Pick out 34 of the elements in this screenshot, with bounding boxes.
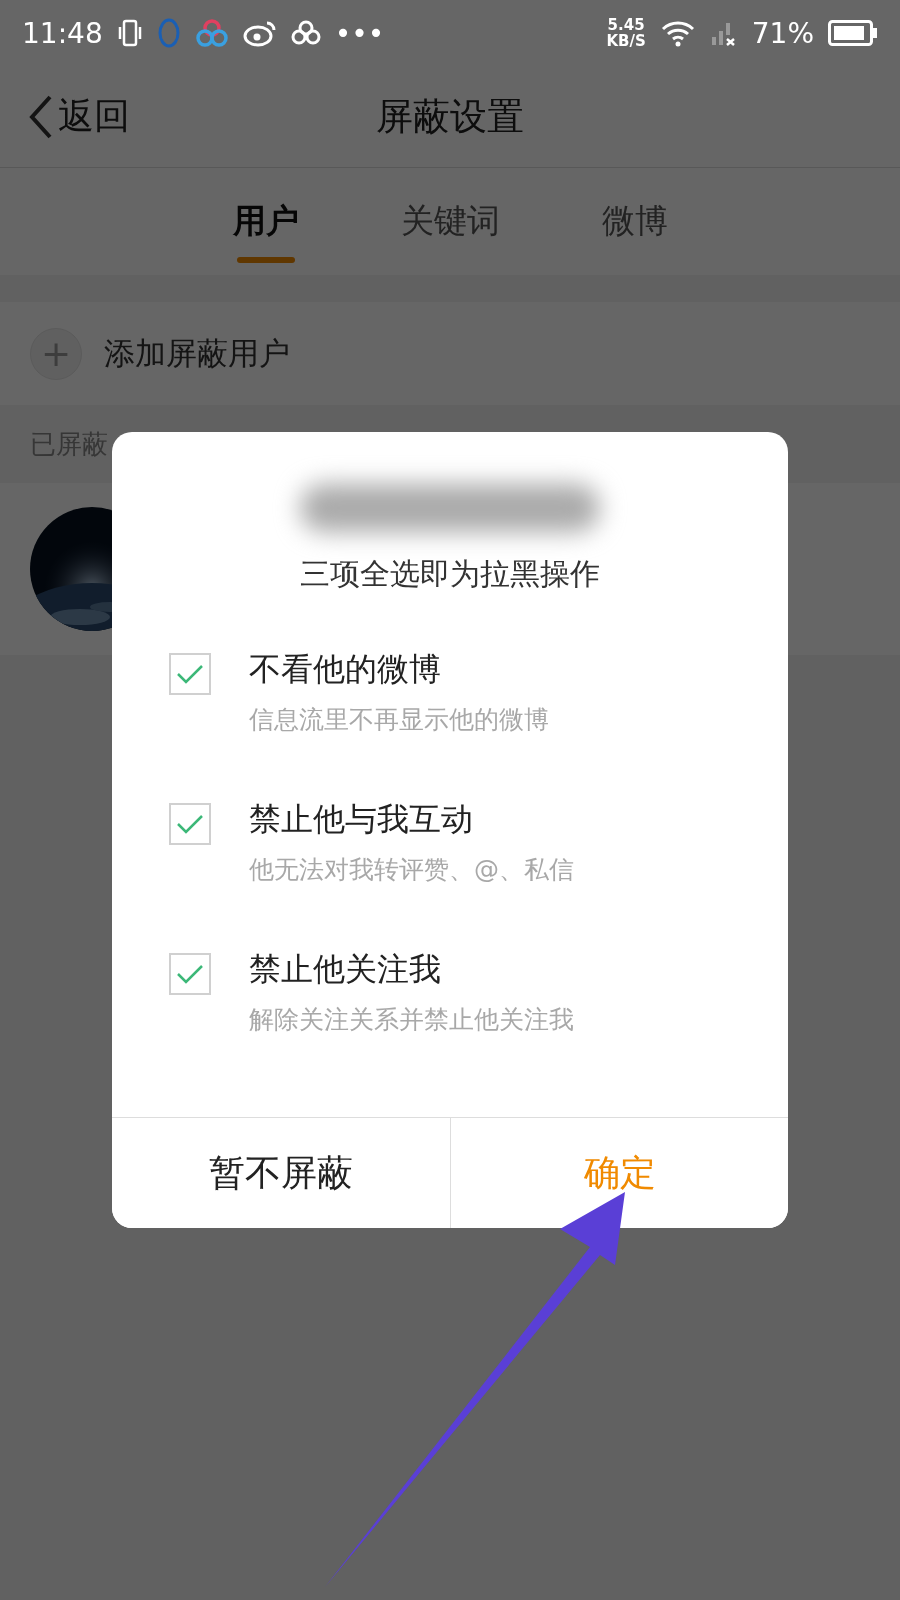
tab[interactable]: 微博 [595,168,674,275]
add-label: 添加屏蔽用户 [104,333,290,373]
cloud-icon [290,20,321,46]
network-speed: 5.45 [607,17,645,33]
vibrate-icon [116,18,143,48]
tab[interactable]: 用户 [226,168,305,275]
checkmark-icon [176,963,204,985]
page-title: 屏蔽设置 [376,93,524,140]
option-description: 解除关注关系并禁止他关注我 [249,1004,574,1036]
clock: 11:48 [22,16,103,50]
dialog-subtitle: 三项全选即为拉黑操作 [299,555,601,593]
checkbox[interactable] [169,803,211,845]
checkbox[interactable] [169,653,211,695]
eye-logo-icon [242,19,277,47]
option-title: 禁止他关注我 [249,949,442,990]
battery-icon [828,20,878,46]
option-title: 禁止他与我互动 [249,799,474,840]
checkbox[interactable] [169,953,211,995]
confirm-button[interactable]: 确定 [450,1118,788,1228]
option-description: 信息流里不再显示他的微博 [249,704,549,736]
tab[interactable]: 关键词 [394,168,506,275]
option-description: 他无法对我转评赞、@、私信 [249,854,574,886]
battery-percentage: 71% [751,16,814,50]
plus-icon: + [30,327,82,380]
add-blocked-user-row[interactable]: + 添加屏蔽用户 [0,302,900,405]
more-indicator: ••• [334,16,385,50]
checkmark-icon [176,663,204,685]
cloud-icon [194,18,229,48]
wifi-icon [659,19,696,47]
back-button[interactable]: 返回 [28,92,130,141]
checkmark-icon [176,813,204,835]
speed-unit: KB/S [606,33,646,49]
chevron-left-icon [28,94,54,139]
option-title: 不看他的微博 [249,649,442,690]
